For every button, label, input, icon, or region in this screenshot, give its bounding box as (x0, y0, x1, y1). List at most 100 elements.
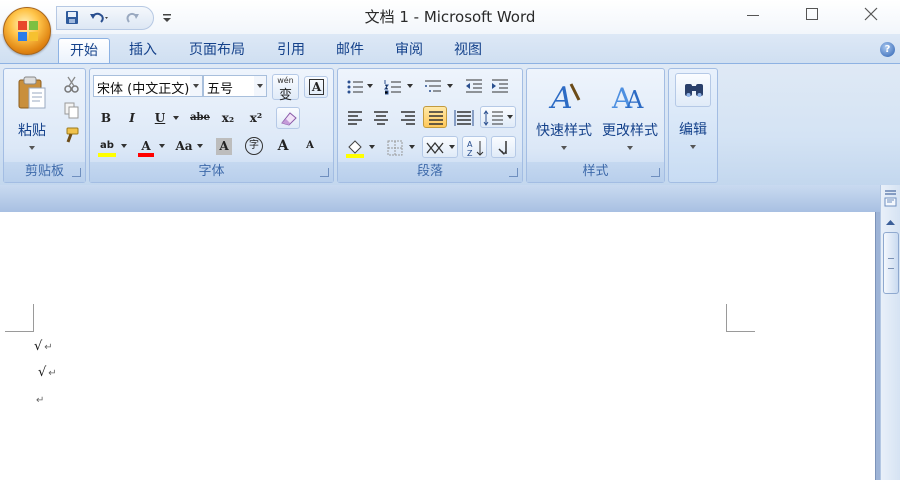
justify-icon[interactable] (423, 106, 447, 128)
tab-mailings[interactable]: 邮件 (325, 38, 375, 64)
bullets-button[interactable] (342, 75, 376, 97)
italic-button[interactable]: I (121, 107, 143, 129)
tab-references[interactable]: 引用 (266, 38, 316, 64)
ribbon-tabs: 开始 插入 页面布局 引用 邮件 审阅 视图 ? (0, 34, 900, 64)
styles-group-label: 样式 (527, 162, 664, 182)
customize-qat-icon[interactable] (160, 10, 174, 26)
borders-button[interactable] (382, 136, 418, 158)
change-case-glyph: Aa (175, 139, 193, 153)
numbering-button[interactable] (380, 75, 416, 97)
redo-icon[interactable] (123, 9, 143, 27)
grow-font-button[interactable]: A (270, 135, 296, 157)
multilevel-list-icon (425, 80, 441, 92)
font-color-dropdown-icon (159, 144, 165, 148)
find-binoculars-icon (675, 73, 711, 107)
paragraph-group: AZ 段落 (337, 68, 523, 183)
shrink-font-button[interactable]: A (297, 135, 323, 157)
quick-styles-button[interactable]: A 快速样式 (530, 73, 596, 153)
sort-icon[interactable]: AZ (462, 136, 487, 158)
ruler-area (0, 185, 880, 212)
underline-button[interactable]: U (148, 107, 182, 129)
superscript-glyph: x² (249, 111, 263, 125)
font-group: 宋体 (中文正文) 五号 wén 变 A B I U abe x₂ x² ab … (89, 68, 334, 183)
paragraph-mark: ↵ (36, 395, 45, 406)
change-styles-button[interactable]: A A 更改样式 (597, 73, 661, 153)
chinese-layout-icon (426, 141, 444, 155)
copy-icon[interactable] (58, 98, 82, 120)
text-highlight-button[interactable]: ab (94, 135, 130, 157)
chinese-layout-button[interactable] (422, 136, 458, 158)
quick-styles-icon: A (548, 81, 581, 114)
strikethrough-button[interactable]: abe (188, 107, 212, 129)
font-group-label: 字体 (90, 162, 333, 182)
paragraph-launcher-icon[interactable] (509, 168, 518, 177)
highlight-color-swatch (98, 153, 116, 157)
document-line-2[interactable]: √ ↵ (38, 365, 57, 380)
document-line-1[interactable]: √ ↵ (34, 339, 53, 354)
tab-home[interactable]: 开始 (58, 38, 110, 64)
phonetic-guide-button[interactable]: wén 变 (272, 74, 299, 103)
character-shading-glyph: A (216, 138, 232, 155)
editing-label: 编辑 (679, 122, 707, 138)
close-button[interactable] (856, 4, 886, 26)
paste-icon (18, 76, 46, 109)
bullets-icon (347, 80, 363, 94)
line-1-text: √ (34, 339, 43, 354)
shading-button[interactable] (342, 136, 378, 158)
save-icon[interactable] (62, 9, 82, 27)
change-case-button[interactable]: Aa (172, 135, 206, 157)
enclose-characters-button[interactable]: 字 (241, 135, 265, 157)
character-border-button[interactable]: A (304, 76, 328, 98)
crop-mark-top-left (5, 304, 34, 332)
view-ruler-icon[interactable] (883, 189, 898, 209)
bold-button[interactable]: B (95, 107, 117, 129)
superscript-button[interactable]: x² (244, 107, 268, 129)
vertical-scrollbar[interactable] (880, 185, 900, 480)
help-icon[interactable]: ? (880, 42, 895, 57)
quick-styles-dropdown-icon (561, 146, 567, 150)
line-2-text: √ (38, 365, 47, 380)
line-spacing-button[interactable] (480, 106, 516, 128)
underline-dropdown-icon (173, 116, 179, 120)
align-center-icon[interactable] (368, 106, 392, 128)
undo-icon[interactable] (87, 9, 108, 27)
tab-view[interactable]: 视图 (443, 38, 493, 64)
subscript-button[interactable]: x₂ (216, 107, 240, 129)
clipboard-launcher-icon[interactable] (72, 168, 81, 177)
distributed-icon[interactable] (451, 106, 475, 128)
increase-indent-icon[interactable] (487, 75, 511, 97)
clear-formatting-icon[interactable] (276, 107, 300, 129)
tab-page-layout[interactable]: 页面布局 (178, 38, 256, 64)
font-size-value: 五号 (207, 82, 234, 97)
document-page[interactable]: √ ↵ √ ↵ ↵ (0, 212, 876, 480)
font-size-combo[interactable]: 五号 (203, 75, 267, 97)
show-hide-marks-icon[interactable] (491, 136, 516, 158)
character-shading-button[interactable]: A (211, 135, 235, 157)
multilevel-list-button[interactable] (420, 75, 456, 97)
scrollbar-thumb[interactable] (883, 232, 899, 294)
document-line-3[interactable]: ↵ (34, 392, 44, 407)
paragraph-mark: ↵ (44, 342, 53, 353)
tab-insert[interactable]: 插入 (118, 38, 168, 64)
office-button[interactable] (3, 7, 51, 55)
font-name-combo[interactable]: 宋体 (中文正文) (93, 75, 203, 97)
cut-icon[interactable] (58, 72, 82, 94)
editing-group[interactable]: 编辑 (668, 68, 718, 183)
align-right-icon[interactable] (395, 106, 419, 128)
decrease-indent-icon[interactable] (461, 75, 485, 97)
paste-label: 粘贴 (18, 123, 46, 139)
document-area: √ ↵ √ ↵ ↵ (0, 212, 880, 480)
minimize-button[interactable] (738, 4, 768, 26)
align-left-icon[interactable] (342, 106, 366, 128)
font-size-dropdown-icon[interactable] (254, 76, 266, 96)
tab-review[interactable]: 审阅 (384, 38, 434, 64)
font-name-dropdown-icon[interactable] (190, 76, 202, 96)
font-color-button[interactable]: A (134, 135, 168, 157)
maximize-button[interactable] (797, 4, 827, 26)
font-launcher-icon[interactable] (320, 168, 329, 177)
format-painter-icon[interactable] (58, 124, 82, 146)
scroll-up-icon[interactable] (883, 215, 898, 230)
styles-launcher-icon[interactable] (651, 168, 660, 177)
font-color-swatch (138, 153, 154, 157)
paste-button[interactable]: 粘贴 (8, 73, 54, 155)
